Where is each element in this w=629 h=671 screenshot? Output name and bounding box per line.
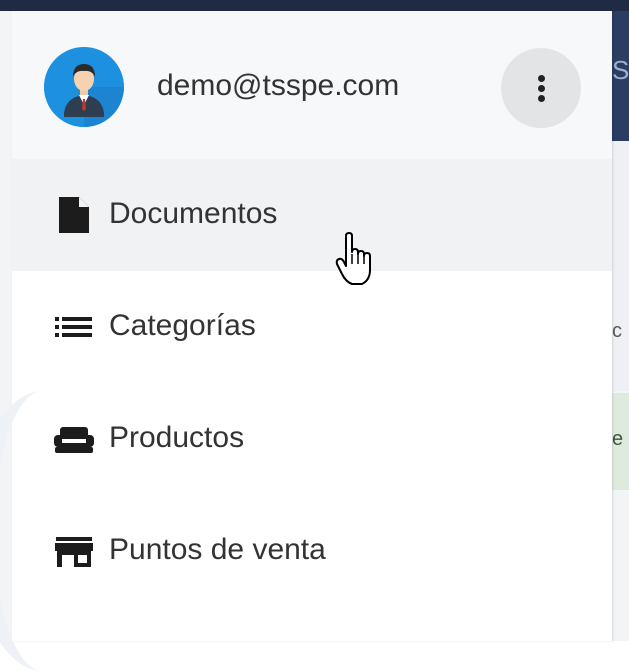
menu-item-documentos[interactable]: Documentos (12, 159, 612, 271)
drawer-header: demo@tsspe.com (12, 11, 612, 159)
menu-item-label: Productos (109, 421, 245, 454)
user-email: demo@tsspe.com (157, 69, 400, 102)
background-header-text: S (612, 55, 629, 85)
more-vertical-icon (538, 75, 545, 82)
user-avatar[interactable] (44, 47, 124, 127)
menu-item-label: Categorías (109, 309, 256, 342)
menu-item-categorias[interactable]: Categorías (12, 271, 612, 383)
sofa-icon (54, 427, 94, 453)
background-panel (609, 141, 629, 391)
background-text-fragment: c (612, 320, 622, 342)
menu-item-puntos-de-venta[interactable]: Puntos de venta (12, 495, 612, 607)
more-vertical-icon-dot (538, 95, 545, 102)
menu-item-label: Puntos de venta (109, 533, 326, 566)
list-icon (55, 317, 92, 337)
more-vertical-icon-dot (538, 85, 545, 92)
hand-cursor-icon (335, 232, 371, 285)
background-text-fragment: e (612, 428, 624, 450)
store-icon (55, 537, 93, 567)
top-bar (0, 0, 629, 11)
more-options-button[interactable] (501, 48, 581, 128)
navigation-drawer: demo@tsspe.com Documentos Categorías Pro… (12, 11, 612, 641)
user-avatar-icon (44, 47, 124, 127)
menu-item-label: Documentos (109, 197, 278, 230)
document-icon (59, 197, 89, 233)
menu-item-productos[interactable]: Productos (12, 383, 612, 495)
